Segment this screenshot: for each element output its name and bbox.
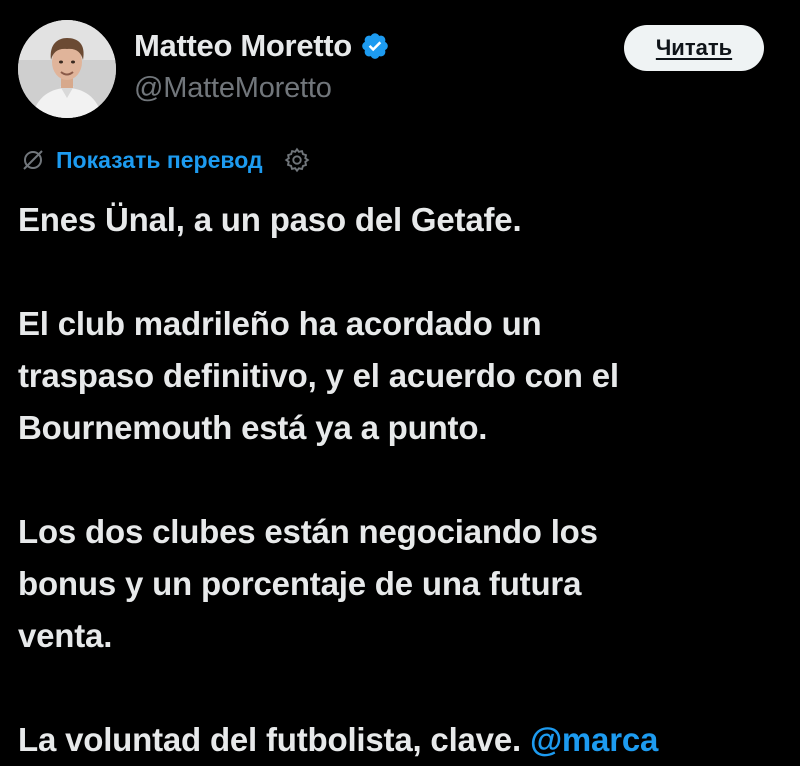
author-handle[interactable]: @MatteMoretto — [134, 72, 332, 105]
gear-icon[interactable] — [283, 146, 311, 174]
mention-link[interactable]: @marca — [530, 721, 658, 758]
author-name-row: Matteo Moretto — [134, 28, 390, 64]
tweet-line: Los dos clubes están negociando los — [18, 513, 598, 550]
translate-row: Показать перевод — [20, 146, 311, 174]
tweet-line: Bournemouth está ya a punto. — [18, 409, 488, 446]
tweet-line: traspaso definitivo, y el acuerdo con el — [18, 357, 619, 394]
tweet-line: bonus y un porcentaje de una futura — [18, 565, 582, 602]
tweet-text: Enes Ünal, a un paso del Getafe. El club… — [18, 194, 788, 766]
avatar[interactable] — [18, 20, 116, 118]
tweet-last-line: La voluntad del futbolista, clave. @marc… — [18, 714, 788, 766]
author-name[interactable]: Matteo Moretto — [134, 28, 352, 64]
tweet-line: El club madrileño ha acordado un — [18, 305, 542, 342]
show-translation-link[interactable]: Показать перевод — [56, 147, 263, 174]
tweet-line: La voluntad del futbolista, clave. — [18, 721, 521, 758]
tweet: Matteo Moretto @MatteMoretto Читать Пока… — [0, 0, 800, 758]
avatar-image — [18, 20, 116, 118]
tweet-line: venta. — [18, 617, 113, 654]
tweet-line: Enes Ünal, a un paso del Getafe. — [18, 201, 522, 238]
verified-badge-icon — [362, 33, 388, 59]
follow-button[interactable]: Читать — [624, 25, 764, 71]
translate-off-icon — [23, 150, 43, 170]
